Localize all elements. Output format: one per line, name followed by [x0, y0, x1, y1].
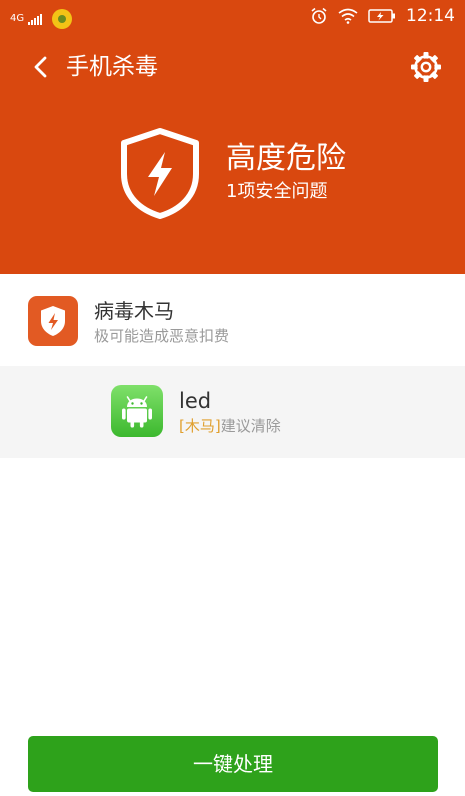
status-bar: 4G 12:14	[0, 0, 465, 34]
header: 4G 12:14 手机杀毒 高度危险 1项安全问题	[0, 0, 465, 274]
risk-level-title: 高度危险	[226, 141, 346, 176]
status-right: 12:14	[310, 6, 455, 26]
one-click-handle-button[interactable]: 一键处理	[28, 736, 438, 792]
android-icon	[122, 396, 152, 428]
infected-app-row[interactable]: led [木马]建议清除	[0, 366, 465, 458]
back-arrow-icon[interactable]	[28, 54, 52, 80]
status-time: 12:14	[406, 6, 455, 26]
category-description: 极可能造成恶意扣费	[94, 327, 230, 345]
app-icon	[111, 385, 163, 437]
threat-category-row: 病毒木马 极可能造成恶意扣费	[0, 274, 465, 364]
toolbar: 手机杀毒	[0, 44, 465, 90]
page-title: 手机杀毒	[66, 54, 158, 80]
app-status: [木马]建议清除	[179, 416, 281, 436]
threat-tag: [木马]	[179, 417, 221, 435]
category-title: 病毒木马	[94, 299, 174, 323]
notification-app-icon	[52, 9, 73, 29]
gear-icon[interactable]	[409, 50, 443, 84]
shield-lightning-icon	[41, 306, 65, 336]
shield-lightning-icon	[121, 128, 199, 219]
app-name: led	[179, 389, 212, 413]
status-left: 4G	[10, 9, 73, 29]
app-advice: 建议清除	[220, 417, 281, 435]
alarm-icon	[311, 7, 327, 24]
battery-icon	[368, 9, 395, 23]
network-type: 4G	[10, 13, 25, 24]
category-icon	[28, 296, 78, 346]
risk-issue-count: 1项安全问题	[226, 181, 328, 202]
signal-icon	[28, 13, 43, 25]
wifi-icon	[338, 8, 358, 24]
